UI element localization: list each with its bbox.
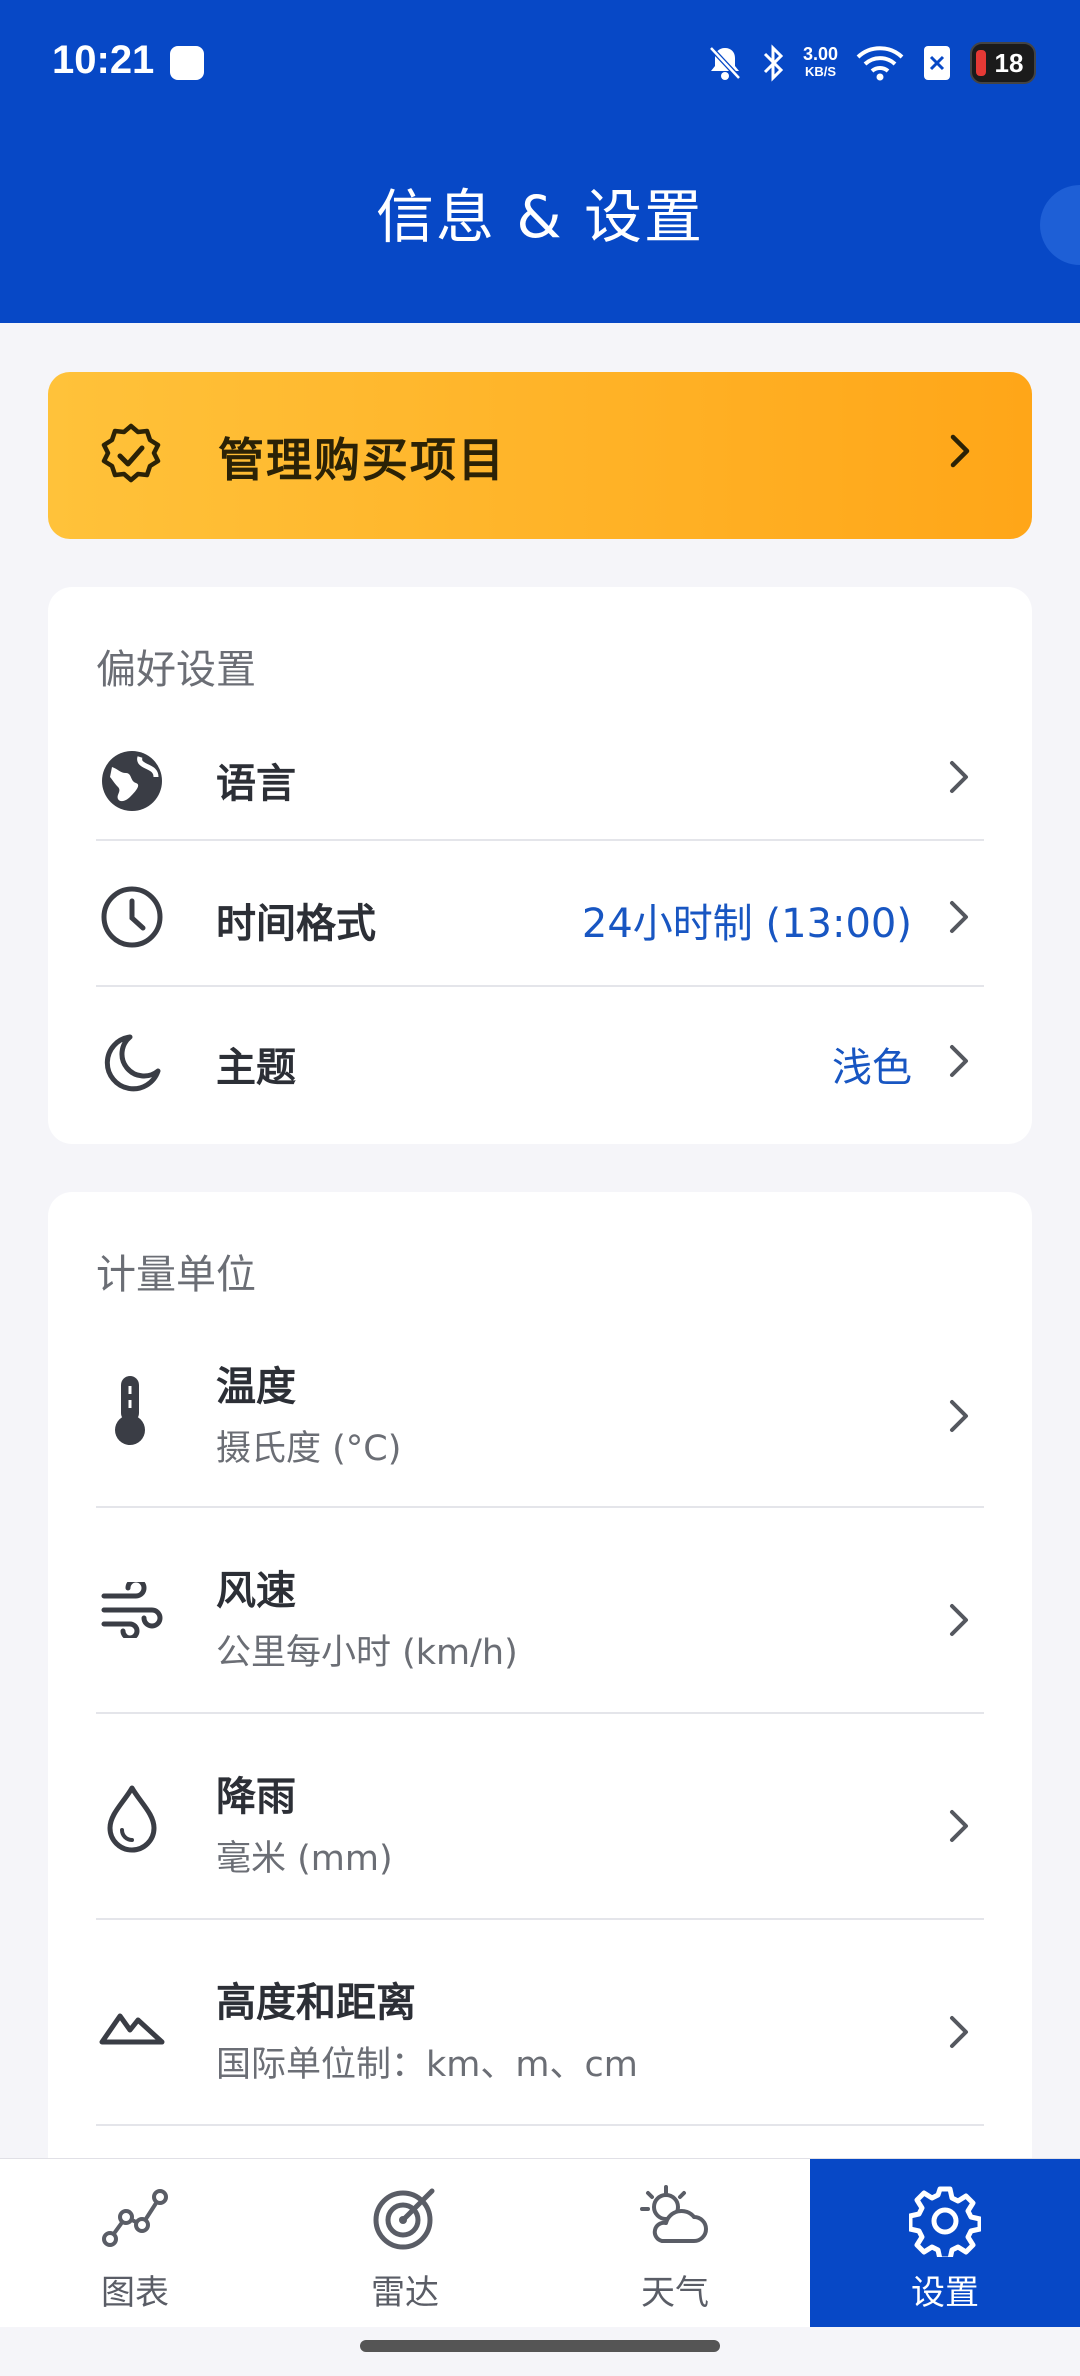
status-icons: 3.00 KB/S 18 bbox=[707, 38, 1036, 88]
theme-value: 浅色 bbox=[832, 1045, 912, 1091]
temperature-row[interactable]: 温度 摄氏度 (°C) bbox=[48, 1332, 1032, 1502]
preferences-card: 偏好设置 语言 时间格式 24小时制 (13:00) 主题 浅色 bbox=[48, 587, 1032, 1144]
wind-speed-label: 风速 bbox=[216, 1568, 296, 1614]
chevron-right-icon bbox=[948, 1806, 970, 1850]
water-drop-icon bbox=[104, 1784, 160, 1858]
divider bbox=[96, 1918, 984, 1920]
nav-item-radar[interactable]: 雷达 bbox=[270, 2159, 540, 2327]
status-bar: 10:21 3.00 KB/S 18 bbox=[0, 0, 1080, 128]
status-time: 10:21 bbox=[52, 38, 155, 82]
verified-badge-icon bbox=[98, 422, 164, 492]
no-sim-icon bbox=[922, 44, 952, 82]
language-label: 语言 bbox=[216, 761, 296, 807]
time-format-row[interactable]: 时间格式 24小时制 (13:00) bbox=[48, 853, 1032, 983]
units-title: 计量单位 bbox=[96, 1252, 256, 1298]
battery-indicator: 18 bbox=[970, 42, 1036, 84]
precipitation-value: 毫米 (mm) bbox=[216, 1839, 393, 1879]
divider bbox=[96, 1712, 984, 1714]
theme-row[interactable]: 主题 浅色 bbox=[48, 999, 1032, 1129]
manage-purchases-button[interactable]: 管理购买项目 bbox=[48, 372, 1032, 539]
chevron-right-icon bbox=[948, 1396, 970, 1440]
wind-speed-row[interactable]: 风速 公里每小时 (km/h) bbox=[48, 1538, 1032, 1708]
chevron-right-icon bbox=[948, 1041, 970, 1085]
thermometer-icon bbox=[112, 1372, 148, 1452]
chevron-right-icon bbox=[948, 2012, 970, 2056]
chart-icon bbox=[0, 2185, 270, 2249]
nav-label-radar: 雷达 bbox=[371, 2273, 439, 2313]
globe-icon bbox=[100, 749, 164, 817]
mountain-icon bbox=[98, 2002, 166, 2050]
altitude-distance-row[interactable]: 高度和距离 国际单位制：km、m、cm bbox=[48, 1950, 1032, 2120]
clock-icon bbox=[100, 885, 164, 953]
language-row[interactable]: 语言 bbox=[48, 727, 1032, 827]
chevron-right-icon bbox=[948, 897, 970, 941]
divider bbox=[96, 2124, 984, 2126]
theme-label: 主题 bbox=[216, 1045, 296, 1091]
divider bbox=[96, 985, 984, 987]
preferences-title: 偏好设置 bbox=[96, 647, 256, 693]
wifi-icon bbox=[856, 45, 904, 81]
altitude-distance-value: 国际单位制：km、m、cm bbox=[216, 2045, 638, 2085]
bluetooth-icon bbox=[761, 44, 785, 82]
notification-app-icon bbox=[170, 46, 204, 80]
nav-label-settings: 设置 bbox=[911, 2273, 979, 2313]
app-header: 10:21 3.00 KB/S 18 信息 & 设置 bbox=[0, 0, 1080, 323]
bottom-navigation: 图表 雷达 天气 设置 bbox=[0, 2158, 1080, 2327]
nav-item-charts[interactable]: 图表 bbox=[0, 2159, 270, 2327]
altitude-distance-label: 高度和距离 bbox=[216, 1980, 416, 2026]
gesture-navigation-bar[interactable] bbox=[360, 2340, 720, 2352]
page-title: 信息 & 设置 bbox=[375, 183, 705, 251]
network-speed: 3.00 KB/S bbox=[802, 44, 838, 79]
nav-label-weather: 天气 bbox=[641, 2273, 709, 2313]
mute-bell-icon bbox=[707, 44, 743, 82]
precipitation-row[interactable]: 降雨 毫米 (mm) bbox=[48, 1744, 1032, 1914]
nav-item-weather[interactable]: 天气 bbox=[540, 2159, 810, 2327]
wind-icon bbox=[100, 1577, 166, 1642]
chevron-right-icon bbox=[948, 430, 972, 476]
nav-label-charts: 图表 bbox=[101, 2273, 169, 2313]
divider bbox=[96, 839, 984, 841]
nav-item-settings[interactable]: 设置 bbox=[810, 2159, 1080, 2327]
moon-icon bbox=[100, 1031, 164, 1099]
weather-icon bbox=[540, 2185, 810, 2247]
divider bbox=[96, 1506, 984, 1508]
gear-icon bbox=[810, 2185, 1080, 2257]
precipitation-label: 降雨 bbox=[216, 1774, 296, 1820]
chevron-right-icon bbox=[948, 1600, 970, 1644]
wind-speed-value: 公里每小时 (km/h) bbox=[216, 1633, 518, 1673]
chevron-right-icon bbox=[948, 757, 970, 801]
temperature-value: 摄氏度 (°C) bbox=[216, 1429, 402, 1469]
time-format-label: 时间格式 bbox=[216, 901, 376, 947]
temperature-label: 温度 bbox=[216, 1364, 296, 1410]
units-card: 计量单位 温度 摄氏度 (°C) 风速 公里每小时 (km/h) 降雨 毫米 (… bbox=[48, 1192, 1032, 2192]
time-format-value: 24小时制 (13:00) bbox=[581, 901, 912, 947]
manage-purchases-label: 管理购买项目 bbox=[218, 433, 506, 487]
radar-icon bbox=[270, 2185, 540, 2251]
